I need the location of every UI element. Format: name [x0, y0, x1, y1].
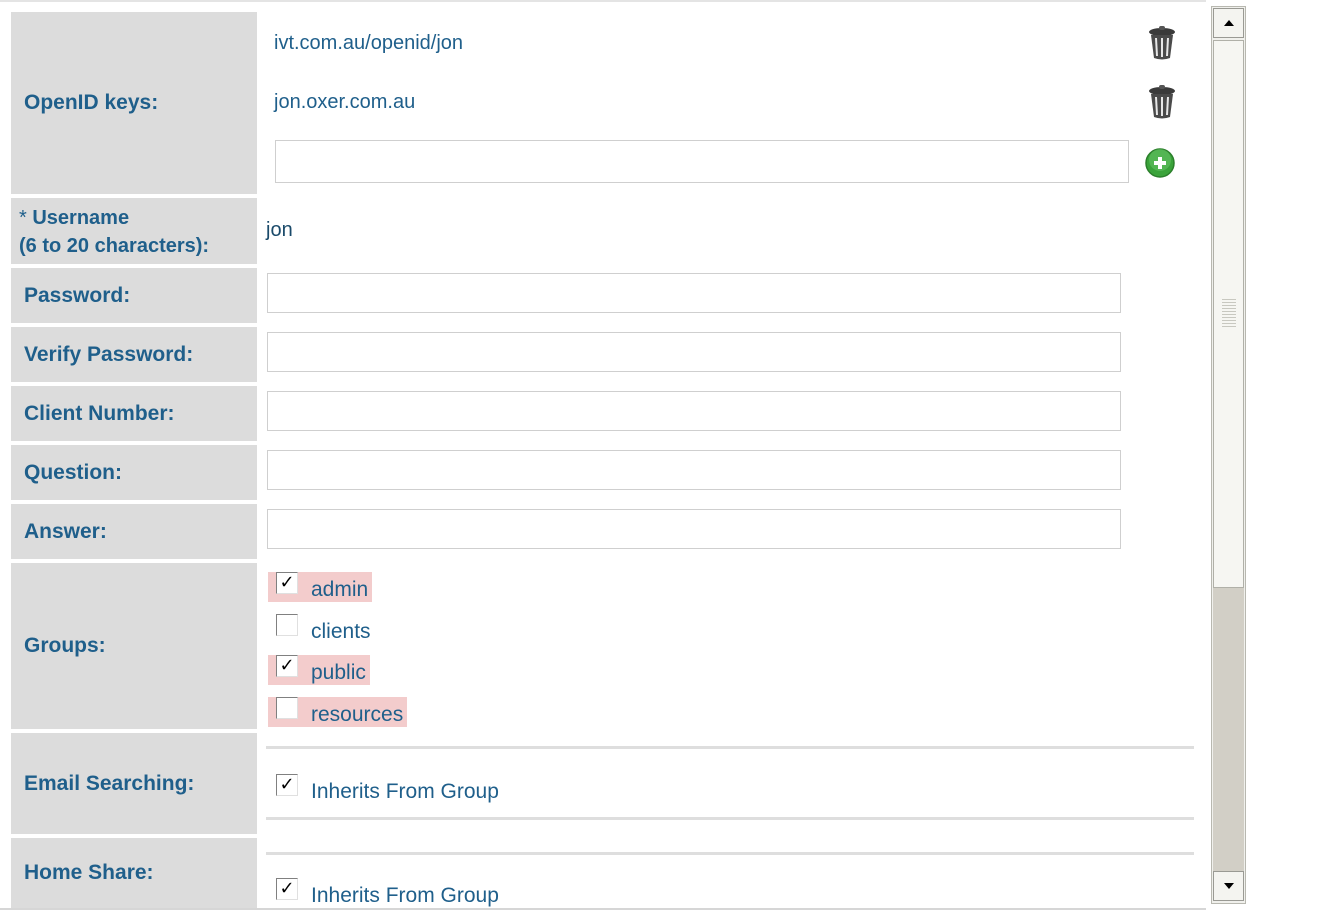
openid-key-2: jon.oxer.com.au: [274, 91, 416, 113]
trash-can-icon[interactable]: [1147, 85, 1177, 119]
new-openid-key-input[interactable]: [275, 140, 1129, 183]
checkbox[interactable]: ✓: [276, 878, 298, 900]
home-share-inherit-option[interactable]: ✓ Inherits From Group: [268, 878, 499, 908]
checkbox[interactable]: [276, 697, 298, 719]
answer-label: Answer:: [11, 504, 257, 559]
client-number-field[interactable]: [267, 391, 1121, 431]
divider: [266, 746, 1194, 749]
group-option-admin[interactable]: ✓ admin: [268, 572, 373, 602]
checkbox[interactable]: ✓: [276, 774, 298, 796]
form-bottom-border: [0, 908, 1206, 910]
group-option-public[interactable]: ✓ public: [268, 655, 370, 685]
username-value: jon: [266, 219, 293, 241]
email-searching-label: Email Searching:: [11, 733, 257, 834]
scrollbar-grip: [1222, 299, 1236, 329]
home-share-label: Home Share:: [11, 838, 257, 908]
trash-can-icon[interactable]: [1147, 26, 1177, 60]
group-option-resources[interactable]: resources: [268, 697, 408, 727]
checkbox[interactable]: ✓: [276, 572, 298, 594]
required-marker: *: [19, 207, 27, 229]
client-number-label: Client Number:: [11, 386, 257, 441]
groups-label: Groups:: [11, 563, 257, 729]
user-edit-form: OpenID keys: ivt.com.au/openid/jon jon.o…: [0, 0, 1324, 912]
form-top-border: [0, 0, 1206, 2]
openid-keys-label: OpenID keys:: [11, 12, 257, 194]
arrow-down-icon[interactable]: [1213, 871, 1244, 901]
answer-field[interactable]: [267, 509, 1121, 549]
vertical-scrollbar[interactable]: [1211, 6, 1246, 904]
checkbox[interactable]: [276, 614, 298, 636]
verify-password-label: Verify Password:: [11, 327, 257, 382]
password-field[interactable]: [267, 273, 1121, 313]
username-label: * Username (6 to 20 characters):: [11, 198, 257, 264]
arrow-up-icon[interactable]: [1213, 8, 1244, 38]
checkbox[interactable]: ✓: [276, 655, 298, 677]
divider: [266, 852, 1194, 855]
group-option-clients[interactable]: clients: [268, 614, 371, 644]
email-searching-inherit-option[interactable]: ✓ Inherits From Group: [268, 774, 499, 804]
scrollbar-thumb[interactable]: [1213, 40, 1244, 588]
verify-password-field[interactable]: [267, 332, 1121, 372]
question-label: Question:: [11, 445, 257, 500]
question-field[interactable]: [267, 450, 1121, 490]
scrollbar-track[interactable]: [1213, 588, 1244, 871]
green-plus-circle-icon[interactable]: [1144, 147, 1176, 179]
openid-key-1: ivt.com.au/openid/jon: [274, 32, 464, 54]
password-label: Password:: [11, 268, 257, 323]
divider: [266, 817, 1194, 820]
